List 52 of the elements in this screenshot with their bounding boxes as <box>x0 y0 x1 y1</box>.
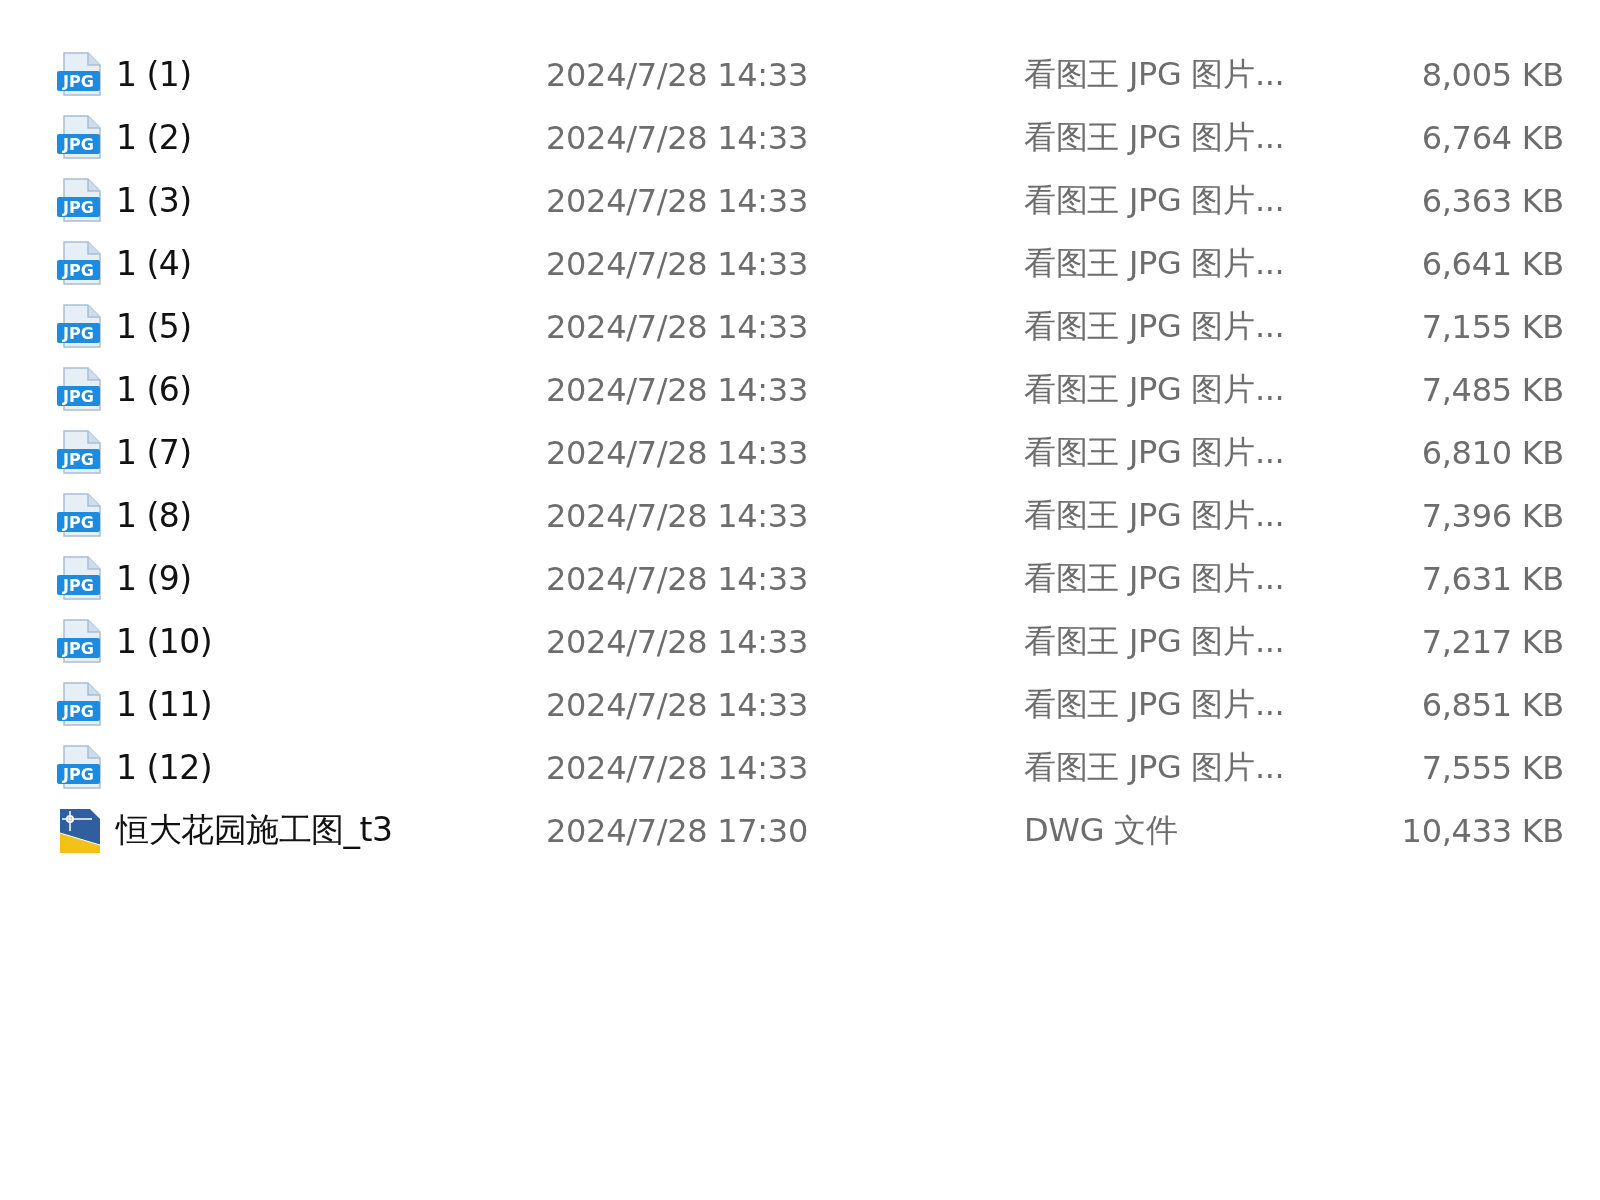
file-name[interactable]: 1 (3) <box>116 181 192 220</box>
modified-date: 2024/7/28 14:33 <box>546 433 809 472</box>
file-type: 看图王 JPG 图片... <box>1024 494 1286 536</box>
file-type: 看图王 JPG 图片... <box>1024 431 1286 473</box>
file-type: 看图王 JPG 图片... <box>1024 746 1286 788</box>
file-size: 6,641 KB <box>1420 244 1564 283</box>
file-size: 7,217 KB <box>1420 622 1564 661</box>
modified-date: 2024/7/28 14:33 <box>546 559 809 598</box>
file-size: 6,363 KB <box>1420 181 1564 220</box>
file-size: 7,631 KB <box>1420 559 1564 598</box>
file-type: 看图王 JPG 图片... <box>1024 242 1286 284</box>
file-type: 看图王 JPG 图片... <box>1024 620 1286 662</box>
modified-date: 2024/7/28 14:33 <box>546 370 809 409</box>
file-type: DWG 文件 <box>1024 809 1179 851</box>
file-type: 看图王 JPG 图片... <box>1024 116 1286 158</box>
modified-date: 2024/7/28 14:33 <box>546 685 809 724</box>
modified-date: 2024/7/28 14:33 <box>546 307 809 346</box>
modified-date: 2024/7/28 14:33 <box>546 622 809 661</box>
file-size: 6,851 KB <box>1420 685 1564 724</box>
file-size: 7,555 KB <box>1420 748 1564 787</box>
file-size: 7,155 KB <box>1420 307 1564 346</box>
file-name[interactable]: 1 (9) <box>116 559 192 598</box>
file-size: 7,396 KB <box>1420 496 1564 535</box>
file-size: 7,485 KB <box>1420 370 1564 409</box>
modified-date: 2024/7/28 14:33 <box>546 55 809 94</box>
file-type: 看图王 JPG 图片... <box>1024 683 1286 725</box>
file-size: 6,810 KB <box>1420 433 1564 472</box>
modified-date: 2024/7/28 14:33 <box>546 118 809 157</box>
file-type: 看图王 JPG 图片... <box>1024 557 1286 599</box>
file-name[interactable]: 1 (4) <box>116 244 192 283</box>
file-size: 10,433 KB <box>1400 811 1564 850</box>
modified-date: 2024/7/28 14:33 <box>546 496 809 535</box>
file-name[interactable]: 1 (12) <box>116 748 213 787</box>
file-size: 6,764 KB <box>1420 118 1564 157</box>
file-name[interactable]: 1 (5) <box>116 307 192 346</box>
file-name[interactable]: 恒大花园施工图_t3 <box>116 808 393 853</box>
file-name[interactable]: 1 (8) <box>116 496 192 535</box>
file-name[interactable]: 1 (6) <box>116 370 192 409</box>
file-type: 看图王 JPG 图片... <box>1024 305 1286 347</box>
file-type: 看图王 JPG 图片... <box>1024 53 1286 95</box>
modified-date: 2024/7/28 14:33 <box>546 244 809 283</box>
file-name[interactable]: 1 (11) <box>116 685 213 724</box>
file-name[interactable]: 1 (1) <box>116 55 192 94</box>
file-name[interactable]: 1 (7) <box>116 433 192 472</box>
file-size: 8,005 KB <box>1420 55 1564 94</box>
modified-date: 2024/7/28 14:33 <box>546 748 809 787</box>
file-type: 看图王 JPG 图片... <box>1024 179 1286 221</box>
file-name[interactable]: 1 (10) <box>116 622 213 661</box>
modified-date: 2024/7/28 17:30 <box>546 811 809 850</box>
file-name[interactable]: 1 (2) <box>116 118 192 157</box>
modified-date: 2024/7/28 14:33 <box>546 181 809 220</box>
file-type: 看图王 JPG 图片... <box>1024 368 1286 410</box>
